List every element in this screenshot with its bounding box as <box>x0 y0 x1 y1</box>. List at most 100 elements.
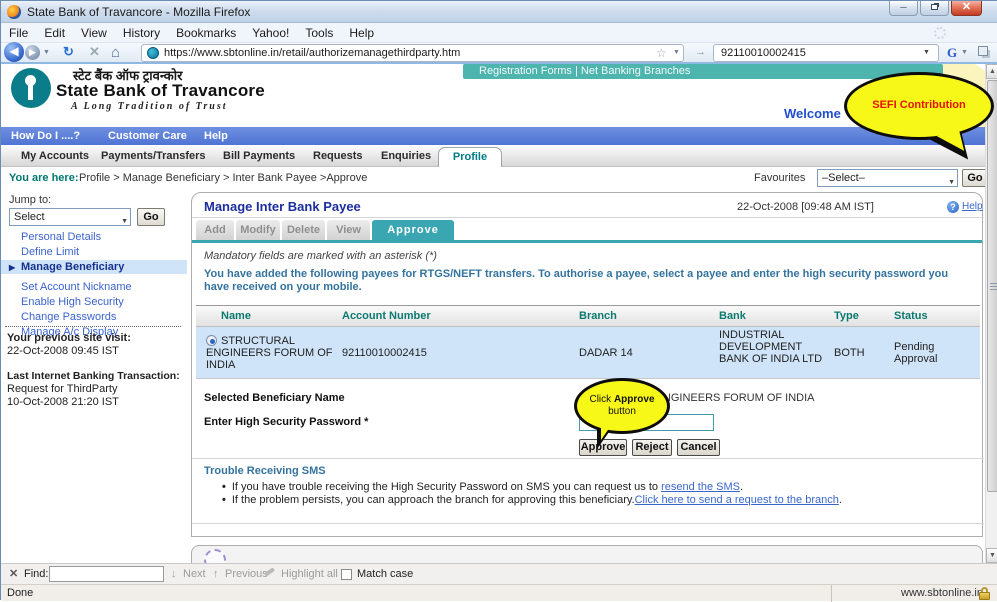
sidebar-item-change-passwords[interactable]: Change Passwords <box>1 310 187 324</box>
chevron-down-icon: ▼ <box>121 214 128 230</box>
menu-tools[interactable]: Tools <box>305 26 333 40</box>
close-button[interactable]: ✕ <box>951 1 982 16</box>
menu-bookmarks[interactable]: Bookmarks <box>176 26 236 40</box>
url-dropdown-icon[interactable]: ▼ <box>673 49 680 56</box>
page-datetime: 22-Oct-2008 [09:48 AM IST] <box>737 201 874 213</box>
payee-table-header: Name Account Number Branch Bank Type Sta… <box>196 305 980 327</box>
menu-yahoo[interactable]: Yahoo! <box>252 26 289 40</box>
payee-table-row: STRUCTURAL ENGINEERS FORUM OF INDIA 9211… <box>196 327 980 379</box>
tab-payments-transfers[interactable]: Payments/Transfers <box>101 150 206 162</box>
sbt-logo-icon <box>11 68 51 108</box>
resend-sms-link[interactable]: resend the SMS <box>661 481 740 493</box>
stop-icon[interactable]: ✕ <box>89 44 100 60</box>
menu-view[interactable]: View <box>81 26 107 40</box>
bookmark-star-icon[interactable]: ☆ <box>656 46 667 60</box>
payee-name-cell: STRUCTURAL ENGINEERS FORUM OF INDIA <box>206 335 351 371</box>
beneficiary-label: Selected Beneficiary Name <box>204 392 345 404</box>
sms-section-title: Trouble Receiving SMS <box>204 465 326 477</box>
payee-radio-selected[interactable] <box>206 335 217 346</box>
tab-my-accounts[interactable]: My Accounts <box>21 150 89 162</box>
nav-help[interactable]: Help <box>204 130 228 142</box>
col-status: Status <box>894 310 928 322</box>
menu-edit[interactable]: Edit <box>44 26 65 40</box>
find-previous-button[interactable]: Previous <box>225 568 268 580</box>
tab-bill-payments[interactable]: Bill Payments <box>223 150 295 162</box>
help-link[interactable]: Help <box>962 201 983 212</box>
subtab-modify[interactable]: Modify <box>236 220 280 240</box>
branch-request-link[interactable]: Click here to send a request to the bran… <box>635 494 839 506</box>
find-next-button[interactable]: Next <box>183 568 206 580</box>
previous-visit-label: Your previous site visit: <box>7 332 131 344</box>
forward-button[interactable]: ▶ <box>25 45 40 60</box>
home-icon[interactable]: ⌂ <box>111 44 120 61</box>
jump-go-button[interactable]: Go <box>137 208 165 226</box>
subtab-view[interactable]: View <box>327 220 370 240</box>
restore-button[interactable] <box>920 1 949 16</box>
chevron-down-icon: ▼ <box>948 175 955 191</box>
url-input[interactable] <box>164 46 644 60</box>
site-favicon <box>147 47 159 59</box>
payee-status-cell: Pending Approval <box>894 341 954 365</box>
sms-bullet-2: •If the problem persists, you can approa… <box>222 494 842 506</box>
top-nav-bar: How Do I ....? Customer Care Help <box>1 127 997 145</box>
subtab-add[interactable]: Add <box>196 220 234 240</box>
search-input[interactable] <box>721 46 911 60</box>
find-close-icon[interactable]: ✕ <box>9 567 18 580</box>
reload-icon[interactable]: ↻ <box>63 44 74 60</box>
last-transaction-time: 10-Oct-2008 21:20 IST <box>7 396 119 408</box>
menu-history[interactable]: History <box>123 26 160 40</box>
sidebar-item-manage-beneficiary[interactable]: ▶Manage Beneficiary <box>1 260 187 274</box>
next-arrow-icon: ↓ <box>171 568 177 580</box>
tab-profile[interactable]: Profile <box>438 147 502 167</box>
subtab-delete[interactable]: Delete <box>282 220 325 240</box>
sidebar-item-enable-high-security[interactable]: Enable High Security <box>1 295 187 309</box>
favourites-select[interactable]: –Select– ▼ <box>817 169 958 187</box>
subtab-approve[interactable]: Approve <box>372 220 454 240</box>
page-title: Manage Inter Bank Payee <box>204 199 361 214</box>
match-case-checkbox[interactable] <box>341 569 352 580</box>
divider <box>192 523 984 524</box>
sidebar-nav: Personal Details Define Limit ▶Manage Be… <box>1 230 187 340</box>
back-button[interactable]: ◀ <box>4 42 24 62</box>
history-dropdown-icon[interactable]: ▼ <box>43 49 50 56</box>
tab-requests[interactable]: Requests <box>313 150 363 162</box>
navigation-toolbar: ◀ ▶ ▼ ↻ ✕ ⌂ ☆ ▼ → ▼ G ▼ <box>1 43 997 64</box>
breadcrumb-prefix: You are here: <box>9 172 79 184</box>
scroll-up-icon[interactable]: ▲ <box>986 64 997 79</box>
reject-button[interactable]: Reject <box>632 439 672 456</box>
breadcrumb-row: You are here: Profile > Manage Beneficia… <box>1 167 997 189</box>
sms-bullet-1: •If you have trouble receiving the High … <box>222 481 743 493</box>
subtab-underline <box>192 240 982 243</box>
manage-payee-panel: Manage Inter Bank Payee 22-Oct-2008 [09:… <box>191 192 983 537</box>
minimize-button[interactable]: ─ <box>889 1 918 16</box>
sidebar-item-personal-details[interactable]: Personal Details <box>1 230 187 244</box>
registration-links-bar[interactable]: Registration Forms | Net Banking Branche… <box>463 64 943 79</box>
nav-customer-care[interactable]: Customer Care <box>108 130 187 142</box>
primary-tab-strip: My Accounts Payments/Transfers Bill Paym… <box>1 145 997 167</box>
password-label: Enter High Security Password * <box>204 416 368 428</box>
menu-file[interactable]: File <box>9 26 28 40</box>
scroll-down-icon[interactable]: ▼ <box>986 548 997 563</box>
google-icon[interactable]: G <box>947 45 957 61</box>
nav-how-do-i[interactable]: How Do I ....? <box>11 130 80 142</box>
highlight-all-button[interactable]: Highlight all <box>281 568 338 580</box>
tab-groups-icon[interactable] <box>978 46 988 56</box>
jump-to-select[interactable]: Select ▼ <box>9 208 131 226</box>
google-dropdown-icon[interactable]: ▼ <box>961 49 968 56</box>
tab-enquiries[interactable]: Enquiries <box>381 150 431 162</box>
menu-bar: File Edit View History Bookmarks Yahoo! … <box>1 23 997 43</box>
lock-icon-body <box>979 592 990 600</box>
sidebar-item-set-account-nickname[interactable]: Set Account Nickname <box>1 280 187 294</box>
menu-help[interactable]: Help <box>349 26 374 40</box>
find-input[interactable] <box>49 566 164 582</box>
breadcrumb: Profile > Manage Beneficiary > Inter Ban… <box>79 172 367 184</box>
cancel-button[interactable]: Cancel <box>677 439 720 456</box>
page-scrollbar[interactable]: ▲ ▼ <box>985 64 997 563</box>
go-arrow-icon[interactable]: → <box>695 46 706 58</box>
scrollbar-thumb[interactable] <box>987 80 997 492</box>
sidebar-item-define-limit[interactable]: Define Limit <box>1 245 187 259</box>
bullet-icon: • <box>222 481 226 493</box>
decorative-badge-icon <box>204 549 226 563</box>
search-engine-dropdown-icon[interactable]: ▼ <box>923 49 930 56</box>
sidebar-divider <box>5 326 181 327</box>
